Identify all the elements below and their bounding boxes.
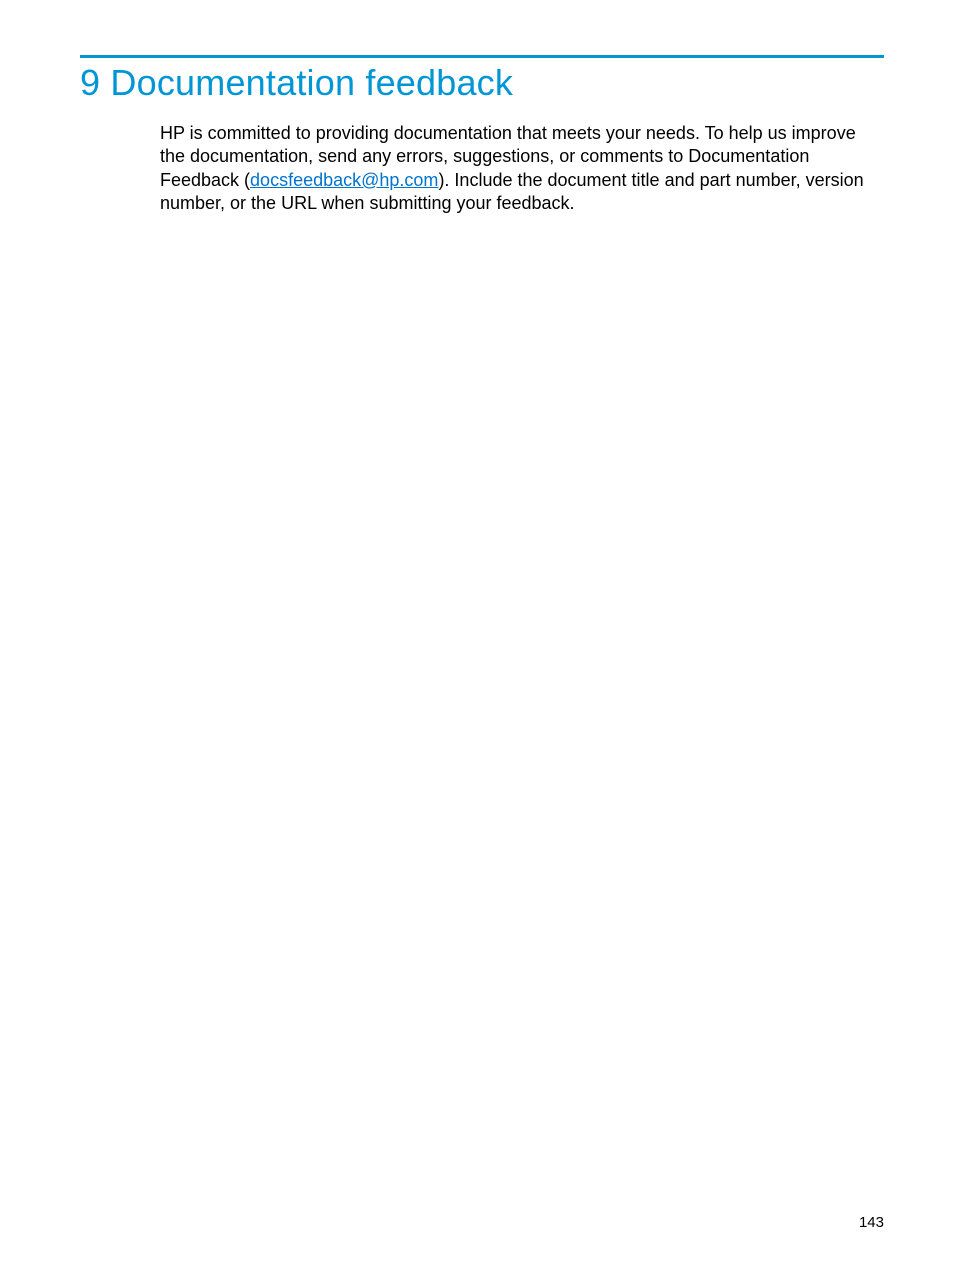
top-rule bbox=[80, 55, 884, 58]
section-heading: 9 Documentation feedback bbox=[80, 62, 884, 104]
body-paragraph: HP is committed to providing documentati… bbox=[160, 122, 884, 216]
page-number: 143 bbox=[859, 1214, 884, 1231]
document-page: 9 Documentation feedback HP is committed… bbox=[0, 0, 954, 1271]
feedback-email-link[interactable]: docsfeedback@hp.com bbox=[250, 170, 438, 190]
